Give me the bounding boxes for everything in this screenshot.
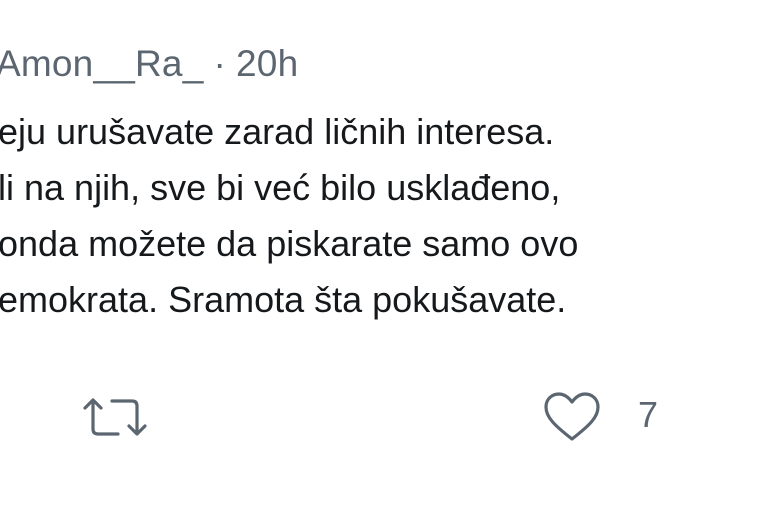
timestamp[interactable]: 20h: [236, 43, 298, 85]
header-separator: ·: [213, 43, 227, 84]
heart-icon: [544, 392, 600, 441]
tweet-text: eju urušavate zarad ličnih interesa. li …: [0, 104, 765, 328]
retweet-button[interactable]: [80, 396, 150, 440]
tweet-text-line: emokrata. Sramota šta pokušavate.: [0, 279, 567, 320]
tweet-text-line: onda možete da piskarate samo ovo: [0, 223, 579, 264]
like-button[interactable]: [542, 392, 602, 444]
username[interactable]: Amon__Ra_: [0, 43, 204, 85]
tweet-actions: 7: [0, 390, 765, 450]
tweet-header: Amon__Ra_ · 20h: [0, 40, 298, 88]
tweet-text-line: li na njih, sve bi već bilo usklađeno,: [0, 167, 561, 208]
tweet-card: Amon__Ra_ · 20h eju urušavate zarad ličn…: [0, 0, 765, 510]
like-count: 7: [638, 394, 659, 435]
tweet-text-line: eju urušavate zarad ličnih interesa.: [0, 111, 555, 152]
retweet-icon: [83, 398, 147, 436]
